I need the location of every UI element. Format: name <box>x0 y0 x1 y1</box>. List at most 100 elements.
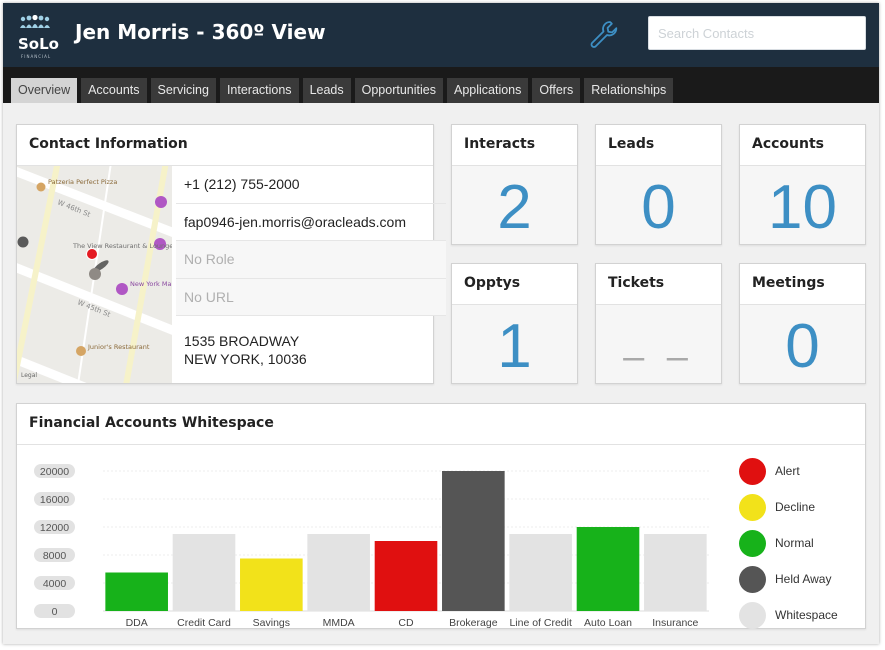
divider <box>740 165 865 166</box>
legend-label: Decline <box>775 500 816 514</box>
legend-label: Alert <box>775 464 800 478</box>
tickets-card[interactable]: Tickets – – <box>595 263 722 384</box>
tab-bar: Overview Accounts Servicing Interactions… <box>3 67 879 103</box>
meetings-card[interactable]: Meetings 0 <box>739 263 866 384</box>
card-title: Leads <box>608 136 655 152</box>
legend-swatch <box>739 601 766 629</box>
legend-label: Normal <box>775 536 814 550</box>
x-tick-label: Line of Credit <box>509 617 572 629</box>
legend-item-normal[interactable]: Normal <box>739 525 879 561</box>
tab-overview[interactable]: Overview <box>11 78 78 103</box>
card-title: Tickets <box>608 275 665 291</box>
wrench-icon[interactable] <box>588 19 618 49</box>
tab-accounts[interactable]: Accounts <box>81 78 147 103</box>
legend-swatch <box>739 457 766 485</box>
meetings-count: 0 <box>785 312 820 381</box>
logo-people-icon <box>20 15 50 28</box>
card-title: Accounts <box>752 136 825 152</box>
bar-auto-loan[interactable] <box>576 527 640 611</box>
tab-list: Overview Accounts Servicing Interactions… <box>11 78 674 103</box>
legend-item-held-away[interactable]: Held Away <box>739 561 879 597</box>
address-line-1: 1535 BROADWAY <box>184 333 300 349</box>
legend-swatch <box>739 493 766 521</box>
map-place-label: Junior's Restaurant <box>87 343 150 351</box>
contact-details: +1 (212) 755-2000 fap0946-jen.morris@ora… <box>176 166 446 384</box>
chart-legend: Alert Decline Normal Held Away Whitespace <box>739 453 879 633</box>
phone-number[interactable]: +1 (212) 755-2000 <box>176 166 446 204</box>
legend-item-whitespace[interactable]: Whitespace <box>739 597 879 633</box>
bar-dda[interactable] <box>105 572 168 612</box>
x-tick-label: Auto Loan <box>584 617 632 629</box>
bar-mmda[interactable] <box>307 534 370 611</box>
legend-label: Whitespace <box>775 608 838 622</box>
divider <box>452 165 577 166</box>
logo-text: SoLo <box>18 35 59 53</box>
tab-servicing[interactable]: Servicing <box>150 78 216 103</box>
y-tick-label: 12000 <box>40 522 69 534</box>
x-tick-label: Savings <box>253 617 290 629</box>
tickets-count: – – <box>623 336 694 378</box>
url-field: No URL <box>176 278 446 316</box>
y-tick-label: 20000 <box>40 466 69 478</box>
search-contacts-input[interactable] <box>648 16 866 50</box>
legend-swatch <box>739 565 766 593</box>
divider <box>452 304 577 305</box>
map-place-label: The View Restaurant & Lounge <box>72 242 172 250</box>
tab-interactions[interactable]: Interactions <box>219 78 299 103</box>
tab-offers[interactable]: Offers <box>532 78 581 103</box>
role-field: No Role <box>176 241 446 279</box>
bar-cd[interactable] <box>374 541 438 611</box>
page-title: Jen Morris - 360º View <box>75 20 326 44</box>
tab-relationships[interactable]: Relationships <box>584 78 674 103</box>
x-tick-label: Credit Card <box>177 617 231 629</box>
bar-savings[interactable] <box>240 558 303 612</box>
legend-swatch <box>739 529 766 557</box>
logo-subtext: FINANCIAL <box>21 54 52 59</box>
map-attribution: Legal <box>21 372 37 379</box>
x-tick-label: DDA <box>126 617 148 629</box>
leads-count: 0 <box>641 173 676 242</box>
divider <box>596 304 721 305</box>
y-tick-label: 16000 <box>40 494 69 506</box>
divider <box>596 165 721 166</box>
map-place-label: Patzeria Perfect Pizza <box>48 178 117 186</box>
interacts-card[interactable]: Interacts 2 <box>451 124 578 245</box>
accounts-card[interactable]: Accounts 10 <box>739 124 866 245</box>
address: 1535 BROADWAY NEW YORK, 10036 <box>176 316 446 384</box>
x-tick-label: Brokerage <box>449 617 498 629</box>
panel-title: Financial Accounts Whitespace <box>29 415 274 431</box>
legend-label: Held Away <box>775 572 832 586</box>
legend-item-decline[interactable]: Decline <box>739 489 879 525</box>
leads-card[interactable]: Leads 0 <box>595 124 722 245</box>
location-map[interactable]: Patzeria Perfect Pizza The View Restaura… <box>17 166 172 383</box>
bar-line-of-credit[interactable] <box>509 534 572 611</box>
x-tick-label: CD <box>398 617 414 629</box>
interacts-count: 2 <box>497 173 532 242</box>
bar-insurance[interactable] <box>644 534 707 611</box>
whitespace-bar-chart: 20000 16000 12000 8000 4000 0 DDA Credit Card Sa… <box>34 464 709 629</box>
y-tick-label: 0 <box>52 606 58 618</box>
x-tick-label: Insurance <box>652 617 698 629</box>
legend-item-alert[interactable]: Alert <box>739 453 879 489</box>
y-tick-label: 8000 <box>43 550 67 562</box>
card-title: Opptys <box>464 275 521 291</box>
contact-information-panel: Contact Information Patzeria Perfect Piz… <box>16 124 446 384</box>
tab-opportunities[interactable]: Opportunities <box>354 78 443 103</box>
financial-accounts-whitespace-panel: Financial Accounts Whitespace 20000 16000… <box>16 403 866 629</box>
tab-applications[interactable]: Applications <box>446 78 529 103</box>
email-address[interactable]: fap0946-jen.morris@oracleads.com <box>176 204 446 241</box>
card-title: Interacts <box>464 136 536 152</box>
accounts-count: 10 <box>768 173 837 242</box>
map-place-label: New York Marriott <box>130 280 172 288</box>
divider <box>740 304 865 305</box>
bar-credit-card[interactable] <box>172 534 236 611</box>
tab-leads[interactable]: Leads <box>302 78 351 103</box>
solo-logo[interactable]: SoLo FINANCIAL <box>13 13 59 59</box>
opptys-card[interactable]: Opptys 1 <box>451 263 578 384</box>
bar-brokerage[interactable] <box>442 471 505 611</box>
app-frame: SoLo FINANCIAL Jen Morris - 360º View Ov… <box>3 3 879 644</box>
panel-title: Contact Information <box>29 136 188 152</box>
address-line-2: NEW YORK, 10036 <box>184 351 307 367</box>
card-title: Meetings <box>752 275 825 291</box>
app-header: SoLo FINANCIAL Jen Morris - 360º View <box>3 3 879 67</box>
